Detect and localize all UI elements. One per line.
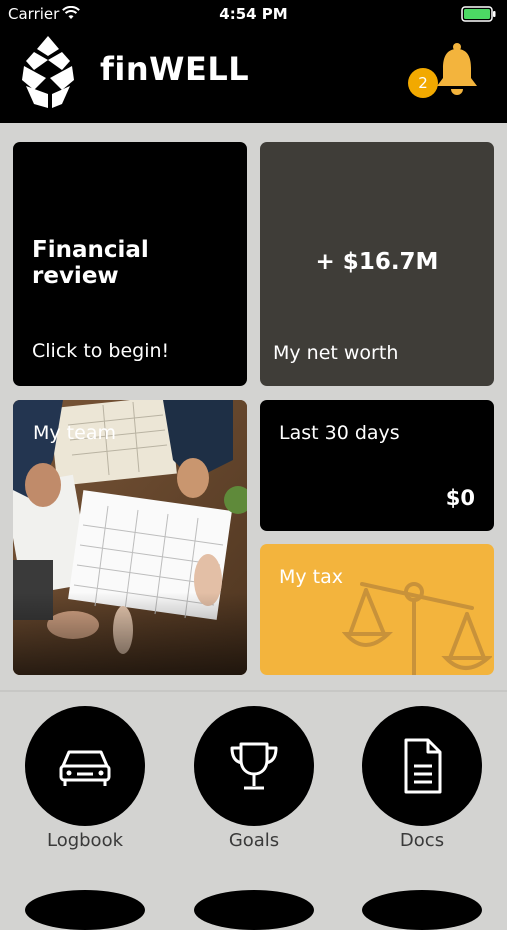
net-worth-tile[interactable]: + $16.7M My net worth [260,142,494,386]
net-worth-amount: + $16.7M [315,249,439,275]
status-bar: Carrier 4:54 PM [0,0,507,28]
net-worth-label: My net worth [273,342,399,364]
goals-label: Goals [228,830,280,851]
bell-icon [437,43,477,95]
last-30-days-value: $0 [445,486,475,510]
financial-review-tile[interactable]: Financial review Click to begin! [13,142,247,386]
clock: 4:54 PM [219,5,288,23]
pinecone-logo-icon [22,36,74,108]
my-team-label: My team [33,422,116,444]
section-divider [0,690,507,692]
app-title: finWELL [100,50,250,88]
financial-review-subtitle: Click to begin! [32,340,170,362]
last-30-days-tile[interactable]: Last 30 days $0 [260,400,494,531]
docs-button[interactable]: Docs [362,706,482,851]
nav-button-partial[interactable] [25,890,145,930]
logbook-circle [25,706,145,826]
my-team-tile[interactable]: My team [13,400,247,675]
notification-badge: 2 [408,68,438,98]
app-header: finWELL 2 [0,28,507,123]
financial-review-title: Financial review [32,237,149,289]
notifications-button[interactable]: 2 [408,42,480,102]
trophy-icon [230,742,278,790]
docs-circle [362,706,482,826]
logbook-label: Logbook [46,830,124,851]
nav-button-partial[interactable] [194,890,314,930]
last-30-days-label: Last 30 days [279,422,400,444]
scales-icon [342,582,492,675]
battery-icon [461,6,496,22]
nav-button-partial[interactable] [362,890,482,930]
car-icon [59,750,111,786]
logbook-button[interactable]: Logbook [25,706,145,851]
docs-label: Docs [399,830,445,851]
my-tax-tile[interactable]: My tax [260,544,494,675]
goals-circle [194,706,314,826]
my-tax-label: My tax [279,566,344,588]
goals-button[interactable]: Goals [194,706,314,851]
document-icon [404,738,442,794]
